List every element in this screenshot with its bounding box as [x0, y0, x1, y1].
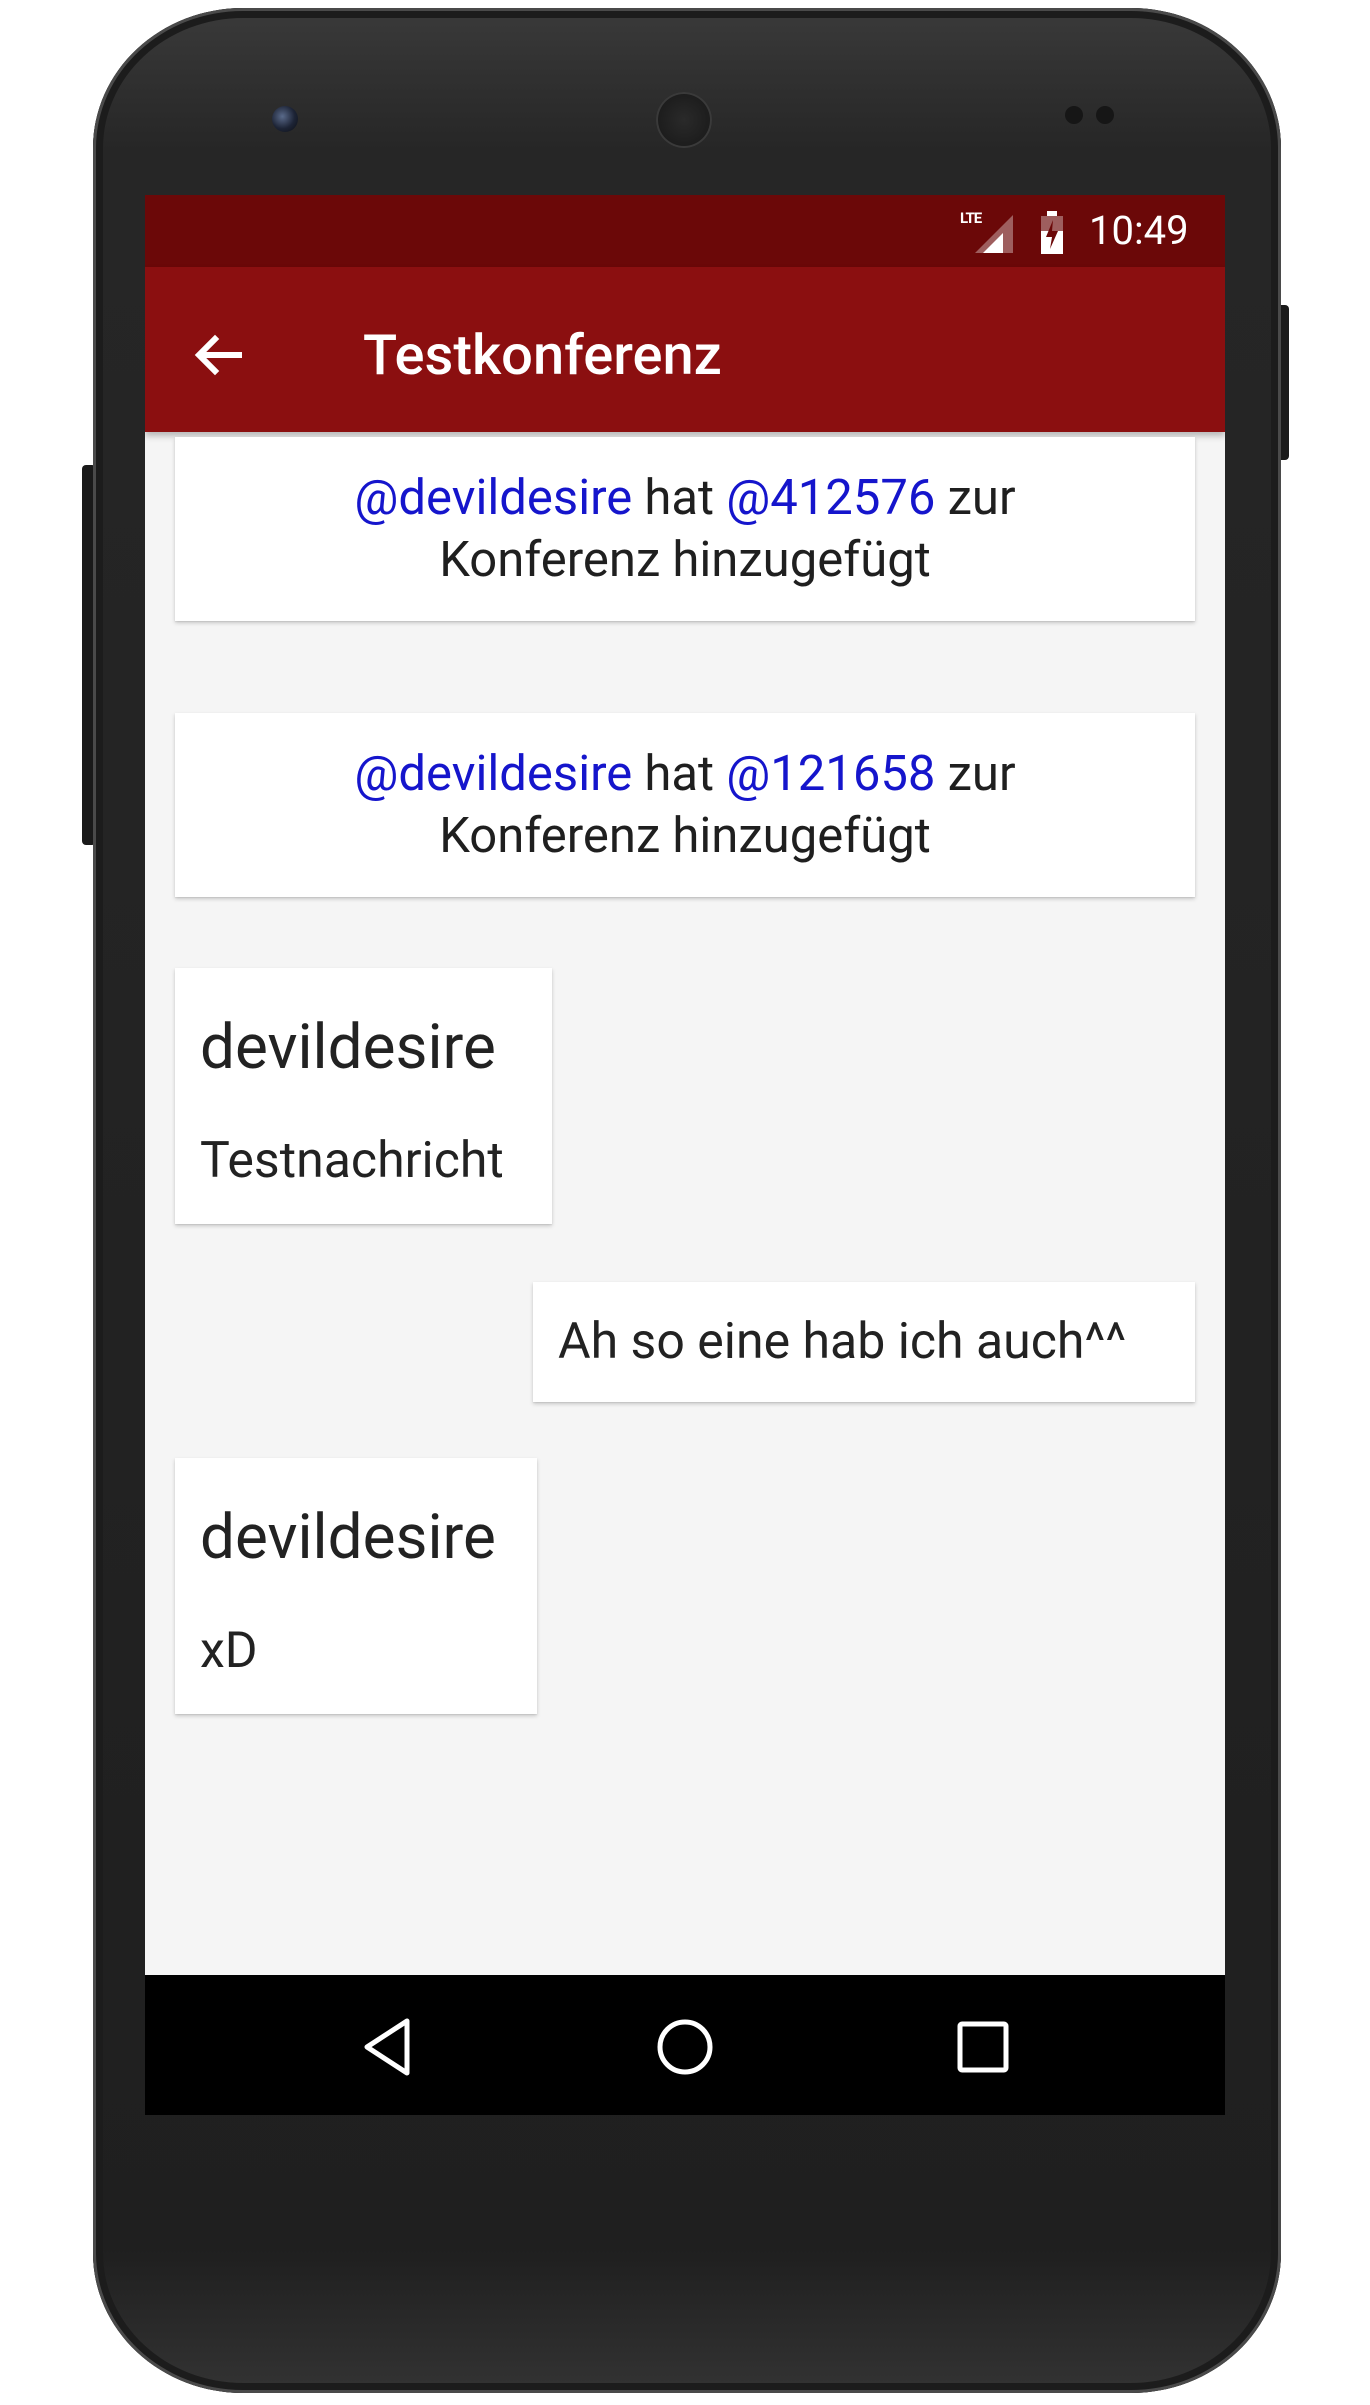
system-text: Konferenz hinzugefügt — [439, 531, 931, 588]
battery-icon — [1041, 211, 1063, 254]
system-text: zur — [947, 745, 1016, 802]
message-list[interactable]: @devildesire hat @412576 zur Konferenz h… — [145, 432, 1225, 2115]
message-text: xD — [200, 1622, 258, 1680]
mention-link[interactable]: @devildesire — [354, 469, 632, 526]
front-camera — [272, 106, 298, 132]
app-bar: Testkonferenz — [145, 267, 1225, 432]
incoming-message[interactable]: devildesire xD — [175, 1458, 537, 1714]
message-text: Testnachricht — [200, 1132, 504, 1190]
system-text: hat — [644, 469, 715, 526]
incoming-message[interactable]: devildesire Testnachricht — [175, 968, 552, 1224]
clock: 10:49 — [1089, 207, 1189, 254]
mention-link[interactable]: @devildesire — [354, 745, 632, 802]
nav-recents-icon[interactable] — [951, 2015, 1015, 2079]
system-message: @devildesire hat @412576 zur Konferenz h… — [175, 437, 1195, 621]
mention-link[interactable]: @412576 — [726, 469, 935, 526]
system-nav-bar — [145, 1975, 1225, 2115]
outgoing-message[interactable]: Ah so eine hab ich auch^^ — [533, 1282, 1195, 1402]
system-text: zur — [947, 469, 1016, 526]
status-bar: LTE 10:49 — [145, 195, 1225, 267]
arrow-back-icon[interactable] — [185, 325, 249, 389]
sender-name: devildesire — [200, 1011, 496, 1084]
proximity-sensor — [1065, 106, 1083, 124]
earpiece-speaker — [656, 92, 712, 148]
light-sensor — [1096, 106, 1114, 124]
nav-back-icon[interactable] — [357, 2015, 421, 2079]
nav-home-icon[interactable] — [653, 2015, 717, 2079]
screen: LTE 10:49 Testkonferenz @devildesire hat… — [145, 195, 1225, 2115]
sender-name: devildesire — [200, 1501, 496, 1574]
message-text: Ah so eine hab ich auch^^ — [558, 1313, 1127, 1371]
system-text: Konferenz hinzugefügt — [439, 807, 931, 864]
system-message: @devildesire hat @121658 zur Konferenz h… — [175, 713, 1195, 897]
signal-icon — [975, 215, 1013, 253]
mention-link[interactable]: @121658 — [726, 745, 935, 802]
page-title: Testkonferenz — [363, 322, 722, 388]
system-text: hat — [644, 745, 715, 802]
